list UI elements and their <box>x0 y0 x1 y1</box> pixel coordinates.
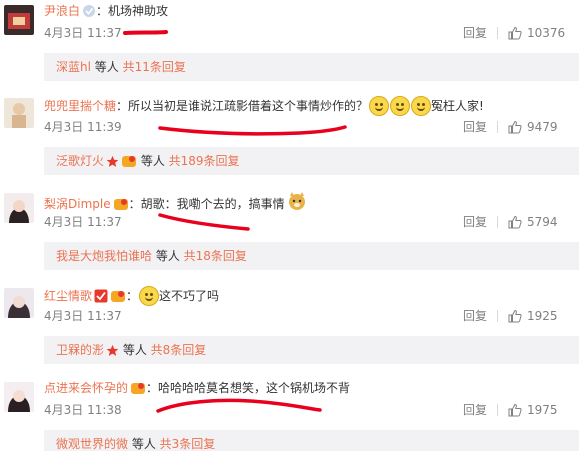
sub-reply-count-link[interactable]: 共18条回复 <box>184 249 247 263</box>
comment-text: ：机场神助攻 <box>96 4 169 18</box>
like-button[interactable]: 10376 <box>508 25 565 41</box>
thumbs-up-icon <box>508 309 522 323</box>
like-button[interactable]: 5794 <box>508 214 558 230</box>
sub-reply-others: 等人 <box>152 249 184 263</box>
sub-reply-others: 等人 <box>128 437 160 451</box>
divider <box>497 310 498 322</box>
like-count: 10376 <box>527 26 566 40</box>
sub-replies-box[interactable]: 卫槑的浵 等人 共8条回复 <box>44 336 579 364</box>
reply-button[interactable]: 回复 <box>463 308 487 324</box>
comment-username[interactable]: 点进来会怀孕的 <box>44 381 128 395</box>
check-badge-icon <box>94 289 108 307</box>
thumbs-up-icon <box>508 26 522 40</box>
like-button[interactable]: 1975 <box>508 402 558 418</box>
sub-replies-box[interactable]: 深蓝hl 等人 共11条回复 <box>44 53 579 81</box>
thumbs-up-icon <box>508 403 522 417</box>
smile-emoji-icon <box>369 96 390 116</box>
avatar[interactable] <box>4 193 34 223</box>
star-icon <box>106 155 119 172</box>
comment-username[interactable]: 梨涡Dimple <box>44 197 111 211</box>
divider <box>497 27 498 39</box>
avatar[interactable] <box>4 382 34 412</box>
like-count: 1975 <box>527 403 558 417</box>
like-button[interactable]: 9479 <box>508 119 558 135</box>
member-badge-icon <box>130 381 146 399</box>
member-badge-icon <box>110 289 126 307</box>
reply-button[interactable]: 回复 <box>463 402 487 418</box>
comment-text: 这不巧了吗 <box>159 289 220 303</box>
comment-username[interactable]: 尹浪白 <box>44 4 80 18</box>
smirk-emoji-icon <box>139 286 160 306</box>
reply-button[interactable]: 回复 <box>463 25 487 41</box>
avatar[interactable] <box>4 5 34 35</box>
comment-username[interactable]: 兜兜里揣个糖 <box>44 99 116 113</box>
like-count: 9479 <box>527 120 558 134</box>
comment-date: 4月3日 11:38 <box>44 403 122 417</box>
sub-reply-count-link[interactable]: 共8条回复 <box>151 343 207 357</box>
thumbs-up-icon <box>508 215 522 229</box>
reply-button[interactable]: 回复 <box>463 119 487 135</box>
sub-reply-username[interactable]: 深蓝hl <box>56 60 91 74</box>
doge-emoji-icon <box>287 191 307 215</box>
sub-reply-count-link[interactable]: 共11条回复 <box>123 60 186 74</box>
sub-reply-others: 等人 <box>137 154 169 168</box>
sub-reply-username[interactable]: 我是大炮我怕谁哈 <box>56 249 152 263</box>
divider <box>497 216 498 228</box>
sub-reply-others: 等人 <box>119 343 151 357</box>
sub-reply-username[interactable]: 微观世界的微 <box>56 437 128 451</box>
member-badge-icon <box>121 154 137 172</box>
sub-reply-username[interactable]: 泛歌灯火 <box>56 154 104 168</box>
member-badge-icon <box>113 197 129 215</box>
like-count: 1925 <box>527 309 558 323</box>
sub-reply-username[interactable]: 卫槑的浵 <box>56 343 104 357</box>
reply-button[interactable]: 回复 <box>463 214 487 230</box>
comment-username[interactable]: 红尘情歌 <box>44 289 92 303</box>
sub-reply-others: 等人 <box>90 60 123 74</box>
comment-date: 4月3日 11:39 <box>44 120 122 134</box>
like-button[interactable]: 1925 <box>508 308 558 324</box>
sub-replies-box[interactable]: 泛歌灯火 等人 共189条回复 <box>44 147 579 175</box>
comment-date: 4月3日 11:37 <box>44 309 122 323</box>
smile-emoji-icon <box>390 96 411 116</box>
comment-text: ：所以当初是谁说江疏影借着这个事情炒作的？ <box>116 99 369 113</box>
like-count: 5794 <box>527 215 558 229</box>
avatar[interactable] <box>4 98 34 128</box>
sub-reply-count-link[interactable]: 共3条回复 <box>160 437 216 451</box>
divider <box>497 121 498 133</box>
comment-text: ：哈哈哈哈莫名想笑，这个锅机场不背 <box>146 381 351 395</box>
star-icon <box>106 344 119 361</box>
thumbs-up-icon <box>508 120 522 134</box>
sub-replies-box[interactable]: 微观世界的微 等人 共3条回复 <box>44 430 579 451</box>
comment-date: 4月3日 11:37 <box>44 26 122 40</box>
verified-badge-icon <box>82 4 96 22</box>
avatar[interactable] <box>4 288 34 318</box>
comment-text: ：胡歌：我嘞个去的，搞事情 <box>128 197 285 211</box>
sub-reply-count-link[interactable]: 共189条回复 <box>169 154 240 168</box>
smile-emoji-icon <box>411 96 432 116</box>
comment-date: 4月3日 11:37 <box>44 215 122 229</box>
sub-replies-box[interactable]: 我是大炮我怕谁哈 等人 共18条回复 <box>44 242 579 270</box>
comment-text-tail: 冤枉人家! <box>431 99 484 113</box>
divider <box>497 404 498 416</box>
